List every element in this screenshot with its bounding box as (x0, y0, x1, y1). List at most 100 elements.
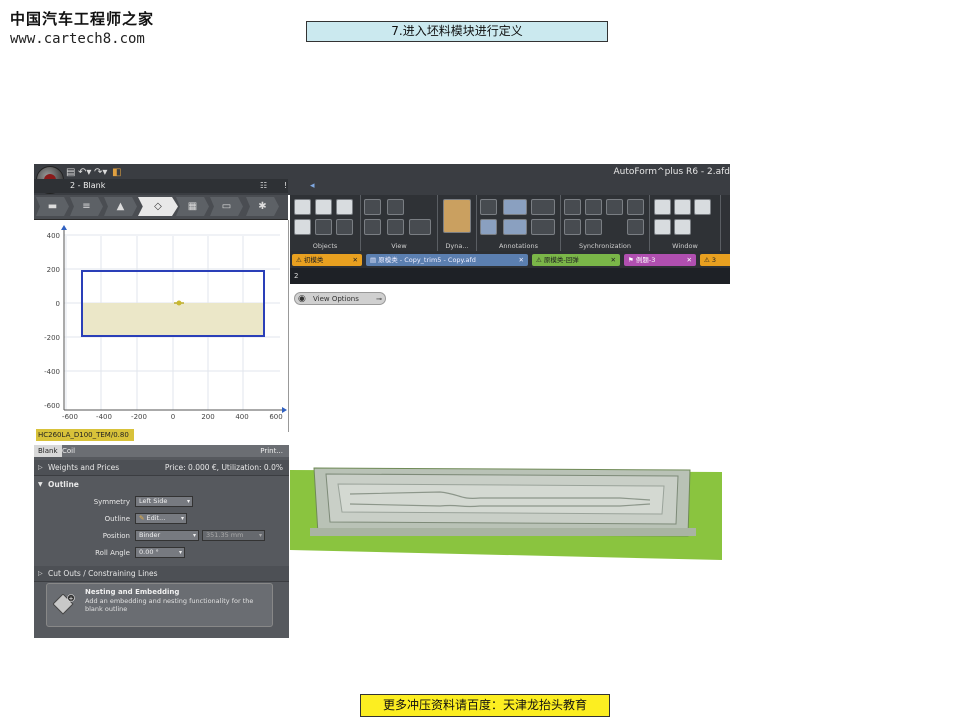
doc-tab[interactable]: ⚠ 初模类 ✕ (292, 254, 362, 266)
close-icon[interactable]: ✕ (353, 254, 358, 266)
file-icon: ▤ (370, 256, 379, 264)
tab-monitor[interactable]: ▭ (210, 197, 243, 216)
text-annotation-icon[interactable] (503, 219, 527, 235)
y-tick: 200 (47, 266, 60, 274)
split-window-icon[interactable] (674, 199, 691, 215)
print-link[interactable]: Print... (256, 445, 287, 457)
tab-steps[interactable]: ≡ (70, 197, 103, 216)
doc-tab[interactable]: ⚑ 例题-3 ✕ (624, 254, 696, 266)
y-tick: -400 (44, 368, 60, 376)
select-view-icon[interactable] (364, 199, 381, 215)
close-icon[interactable]: ✕ (519, 254, 524, 266)
flag-annotation-icon[interactable] (480, 219, 497, 235)
roll-angle-label: Roll Angle (95, 549, 130, 557)
dynaform-icon[interactable] (443, 199, 471, 233)
robot-icon: ✱ (258, 201, 267, 212)
link-icon[interactable] (627, 199, 644, 215)
slide-title: 7.进入坯料模块进行定义 (306, 21, 608, 42)
autoform-window: ▤ ↶▾ ↷▾ ◧ AutoForm^plus R6 - 2.afd 2 - B… (34, 164, 730, 638)
die-view-icon[interactable] (315, 199, 332, 215)
tab-die[interactable]: ▲ (104, 197, 137, 216)
y-tick: -200 (44, 334, 60, 342)
brush-icon[interactable] (531, 219, 555, 235)
x-tick: -600 (62, 413, 78, 421)
cascade-window-icon[interactable] (694, 199, 711, 215)
unlink-icon[interactable] (627, 219, 644, 235)
doc-tab[interactable]: ⚠ 原模类-回弹 ✕ (532, 254, 620, 266)
weights-summary: Price: 0.000 €, Utilization: 0.0% (164, 463, 283, 472)
warning-count-icon[interactable]: ! (284, 179, 287, 193)
redo-icon[interactable]: ↷▾ (94, 167, 107, 178)
roll-angle-row: Roll Angle 0.00 ° (34, 546, 289, 560)
sync-camera-icon[interactable] (564, 199, 581, 215)
y-tick: -600 (44, 402, 60, 410)
zoom-view-icon[interactable] (387, 219, 404, 235)
tab-blank[interactable]: ◇ (138, 197, 178, 216)
nesting-title: Nesting and Embedding (85, 588, 180, 596)
part-floor-face (337, 483, 665, 515)
svg-text:+: + (68, 596, 73, 603)
rotate-view-icon[interactable] (364, 219, 381, 235)
expand-arrow-icon: ▷ (38, 570, 43, 577)
single-window-icon[interactable] (654, 199, 671, 215)
doc-tab[interactable]: ⚠ 3 (700, 254, 730, 266)
position-dropdown[interactable]: Binder (135, 530, 199, 541)
sync-layout-icon[interactable] (606, 199, 623, 215)
blank-outline-graph[interactable]: 400 200 0 -200 -400 -600 -600 -400 -200 … (34, 220, 289, 432)
outline-section[interactable]: ▼ Outline (34, 477, 289, 492)
punch-object-icon[interactable] (336, 219, 353, 235)
undo-icon[interactable]: ↶▾ (78, 167, 91, 178)
3d-viewport[interactable]: ◉ View Options ⊸ (290, 284, 730, 638)
x-tick: 0 (171, 413, 175, 421)
material-label[interactable]: HC260LA_D100_TEM/0.80 mm (36, 429, 134, 451)
doc-tab-label: 3 (711, 256, 717, 264)
save-icon[interactable]: ▤ (66, 167, 75, 178)
roll-angle-stepper[interactable]: 0.00 ° (135, 547, 185, 558)
section-view-icon[interactable] (336, 199, 353, 215)
fit-view-icon[interactable] (387, 199, 404, 215)
customize-icon[interactable]: ◧ (112, 167, 121, 178)
collapse-panel-icon[interactable]: ◂ (310, 179, 315, 193)
weights-label: Weights and Prices (48, 463, 120, 472)
outline-edit-dropdown[interactable]: ✎ Edit... (135, 513, 187, 524)
monitor-icon: ▭ (221, 201, 232, 212)
pointer-annotation-icon[interactable] (480, 199, 497, 215)
part-flange (310, 528, 696, 536)
close-icon[interactable]: ✕ (687, 254, 692, 266)
position-offset-field: 351.35 mm (202, 530, 265, 541)
cutouts-section[interactable]: ▷ Cut Outs / Constraining Lines (34, 566, 289, 582)
warning-icon: ⚠ (704, 256, 712, 264)
x-tick: 200 (201, 413, 214, 421)
part-model[interactable] (290, 464, 730, 564)
clock-icon[interactable] (564, 219, 581, 235)
tile-grid-icon[interactable] (674, 219, 691, 235)
outline-section-label: Outline (48, 480, 79, 489)
list-icon[interactable]: ☷ (260, 179, 267, 193)
tab-coil[interactable]: Coil (58, 445, 79, 457)
collapse-arrow-icon: ▼ (38, 481, 43, 488)
tab-file[interactable]: ▬ (36, 197, 69, 216)
camera-icon[interactable] (409, 219, 431, 235)
file-icon: ▬ (47, 201, 58, 212)
pin-icon[interactable] (531, 199, 555, 215)
view-options-button[interactable]: ◉ View Options ⊸ (294, 292, 386, 305)
title-bar: ▤ ↶▾ ↷▾ ◧ AutoForm^plus R6 - 2.afd 2 - B… (34, 164, 730, 195)
binder-object-icon[interactable] (315, 219, 332, 235)
tile-vertical-icon[interactable] (654, 219, 671, 235)
sync-result-icon[interactable] (585, 219, 602, 235)
tab-robot[interactable]: ✱ (246, 197, 279, 216)
blank-object-icon[interactable] (294, 219, 311, 235)
box-view-icon[interactable] (294, 199, 311, 215)
blank-subtabs: Blank Coil Print... (34, 445, 289, 457)
sync-display-icon[interactable] (585, 199, 602, 215)
ribbon-group-label: Window (672, 242, 698, 250)
symmetry-dropdown[interactable]: Left Side (135, 496, 193, 507)
tab-press[interactable]: ▦ (176, 197, 209, 216)
dimension-icon[interactable] (503, 199, 527, 215)
weights-section[interactable]: ▷ Weights and Prices Price: 0.000 €, Uti… (34, 460, 289, 476)
nesting-embedding-button[interactable]: + Nesting and Embedding Add an embedding… (46, 583, 273, 627)
doc-tab[interactable]: ▤ 原模类 - Copy_trim5 - Copy.afd ✕ (366, 254, 528, 266)
doc-tab-label: 例题-3 (635, 256, 656, 264)
x-tick: 400 (235, 413, 248, 421)
close-icon[interactable]: ✕ (611, 254, 616, 266)
